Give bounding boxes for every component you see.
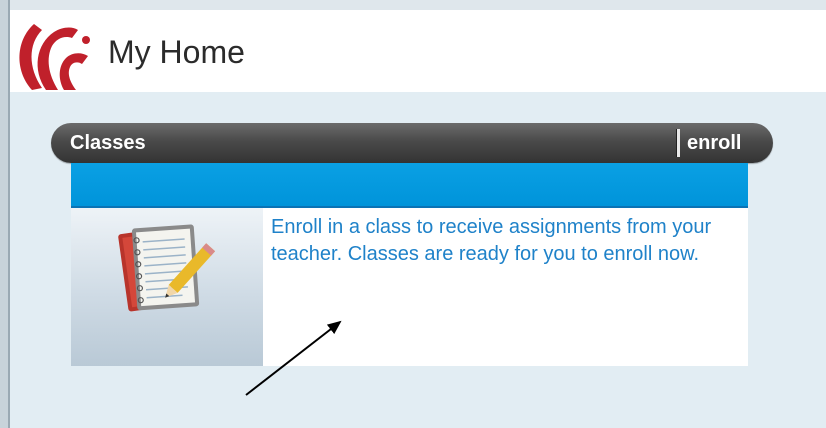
left-rail [0,0,10,428]
page-header: My Home [10,10,826,92]
top-strip [0,0,826,10]
page-title: My Home [108,34,245,70]
classes-header-bar: Classes enroll [51,123,773,163]
enroll-message: Enroll in a class to receive assignments… [271,216,712,265]
bar-divider [676,129,680,157]
notebook-pencil-icon [71,208,263,366]
classes-title: Classes [70,132,146,154]
red-swirl-logo-icon[interactable] [12,10,108,92]
classes-panel: Enroll in a class to receive assignments… [71,208,748,366]
enroll-link[interactable]: enroll [687,123,741,163]
blue-band [71,163,748,208]
